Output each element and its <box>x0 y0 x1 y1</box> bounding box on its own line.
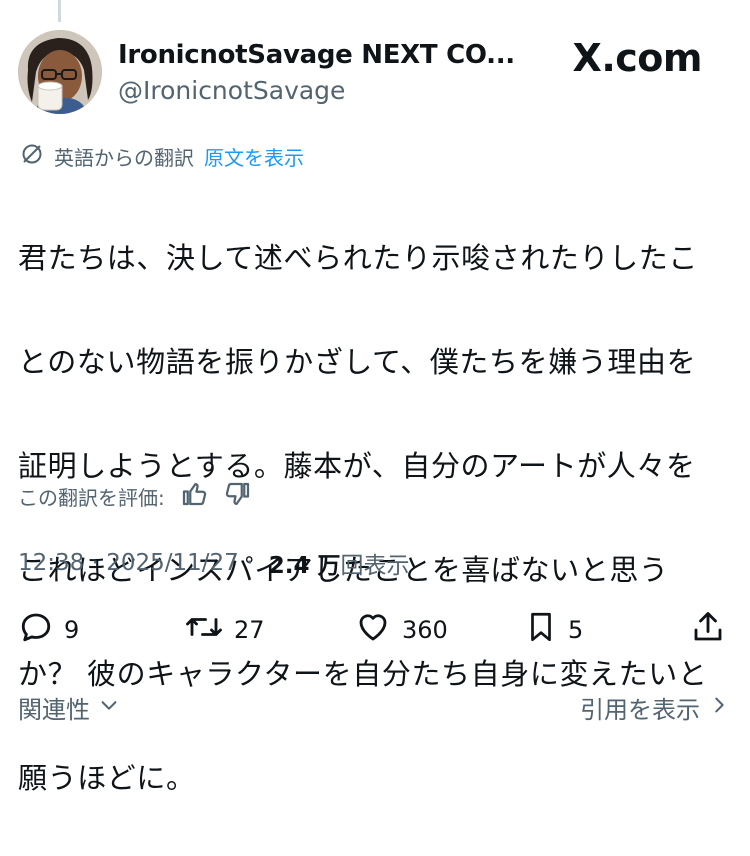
show-original-link[interactable]: 原文を表示 <box>204 142 304 171</box>
tweet-date[interactable]: 2025/11/27 <box>106 550 239 576</box>
source-brand: X.com <box>572 36 703 80</box>
meta-separator: · <box>238 550 261 576</box>
share-icon <box>690 609 726 651</box>
tweet-body-line: 願うほどに。 <box>18 761 196 795</box>
views-label: 回表示 <box>340 553 410 579</box>
action-bar: 9 27 360 5 <box>18 605 730 655</box>
quotes-label: 引用を表示 <box>580 696 700 724</box>
avatar[interactable] <box>18 30 102 114</box>
views-count: 2.4 万 <box>268 553 341 579</box>
translate-icon <box>20 142 44 171</box>
repost-button[interactable]: 27 <box>184 605 265 655</box>
translation-bar: 英語からの翻訳 原文を表示 <box>20 141 304 171</box>
meta-separator: · <box>84 550 107 576</box>
rate-translation-label: この翻訳を評価: <box>18 485 165 510</box>
translation-label: 英語からの翻訳 <box>54 145 194 170</box>
tweet-header: IronicnotSavage NEXT CO... @IronicnotSav… <box>18 30 730 122</box>
share-button[interactable] <box>690 605 726 655</box>
reply-icon <box>18 609 54 651</box>
bookmark-icon <box>524 609 558 651</box>
bookmark-button[interactable]: 5 <box>524 605 583 655</box>
tweet-body-line: とのない物語を振りかざして、僕たちを嫌う理由を <box>18 345 697 379</box>
repost-icon <box>184 609 224 651</box>
author-handle[interactable]: @IronicnotSavage <box>118 76 345 105</box>
tweet-body: 君たちは、決して述べられたり示唆されたりしたこ とのない物語を振りかざして、僕た… <box>18 180 730 856</box>
tweet-body-line: 君たちは、決して述べられたり示唆されたりしたこ <box>18 241 698 275</box>
avatar-illustration <box>18 30 102 114</box>
like-count: 360 <box>402 616 448 644</box>
thumbs-down-icon[interactable] <box>223 479 253 514</box>
reply-button[interactable]: 9 <box>18 605 79 655</box>
chevron-right-icon <box>708 694 730 722</box>
tweet-time[interactable]: 12:38 <box>18 550 84 576</box>
related-label: 関連性 <box>18 696 90 724</box>
thumbs-up-icon[interactable] <box>179 479 209 514</box>
heart-icon <box>354 609 392 651</box>
view-quotes-link[interactable]: 引用を表示 <box>580 690 730 725</box>
reply-count: 9 <box>64 616 80 644</box>
author-name[interactable]: IronicnotSavage NEXT CO... <box>118 40 515 70</box>
tweet-meta: 12:38 · 2025/11/27 · 2.4 万 回表示 <box>18 545 410 581</box>
repost-count: 27 <box>234 616 265 644</box>
thread-connector-line <box>58 0 61 22</box>
like-button[interactable]: 360 <box>354 605 448 655</box>
rate-translation: この翻訳を評価: <box>18 480 253 512</box>
chevron-down-icon <box>98 694 120 722</box>
related-sort-toggle[interactable]: 関連性 <box>18 690 120 725</box>
tweet-footer: 関連性 引用を表示 <box>18 690 730 730</box>
bookmark-count: 5 <box>568 616 584 644</box>
